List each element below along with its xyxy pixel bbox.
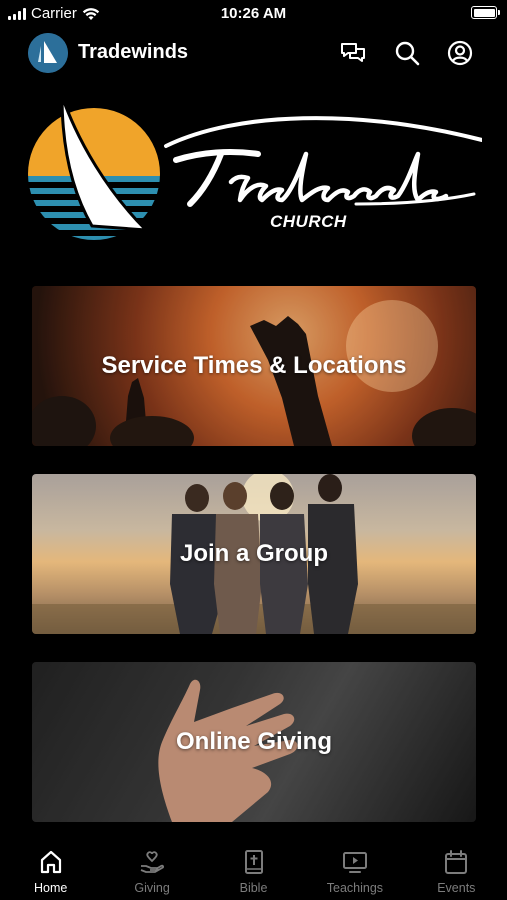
service-times-card[interactable]: Service Times & Locations <box>32 286 476 446</box>
tab-label: Home <box>34 881 68 895</box>
profile-button[interactable] <box>445 38 475 68</box>
tab-label: Giving <box>134 881 170 895</box>
tab-bible[interactable]: Bible <box>203 836 304 900</box>
tab-label: Bible <box>239 881 268 895</box>
status-bar: Carrier 10:26 AM <box>0 0 507 28</box>
chat-button[interactable] <box>338 38 368 68</box>
join-group-card[interactable]: Join a Group <box>32 474 476 634</box>
app-title: Tradewinds <box>78 41 189 63</box>
tab-teachings[interactable]: Teachings <box>304 836 405 900</box>
chat-icon <box>341 43 365 62</box>
online-giving-card[interactable]: Online Giving <box>32 662 476 822</box>
search-icon <box>395 41 420 66</box>
tab-label: Events <box>437 881 476 895</box>
home-icon <box>40 850 61 874</box>
logo-subtitle: CHURCH <box>270 212 347 231</box>
search-button[interactable] <box>392 38 422 68</box>
tab-home[interactable]: Home <box>0 836 101 900</box>
status-time: 10:26 AM <box>220 5 287 22</box>
app-header: Tradewinds <box>0 28 507 78</box>
tab-label: Teachings <box>326 881 384 895</box>
card-label: Service Times & Locations <box>101 352 407 379</box>
profile-icon <box>447 40 473 66</box>
bible-icon <box>244 850 263 874</box>
giving-hand-icon <box>140 851 165 873</box>
tab-giving[interactable]: Giving <box>101 836 202 900</box>
battery-icon <box>471 6 500 19</box>
calendar-icon <box>445 850 468 874</box>
video-icon <box>342 852 367 873</box>
card-label: Join a Group <box>179 540 328 567</box>
tab-events[interactable]: Events <box>406 836 507 900</box>
tradewinds-logo <box>26 92 484 252</box>
app-logo-icon <box>28 33 68 73</box>
card-label: Online Giving <box>175 728 332 755</box>
bottom-tab-bar: Home Giving Bible Teachings Events <box>0 836 507 900</box>
